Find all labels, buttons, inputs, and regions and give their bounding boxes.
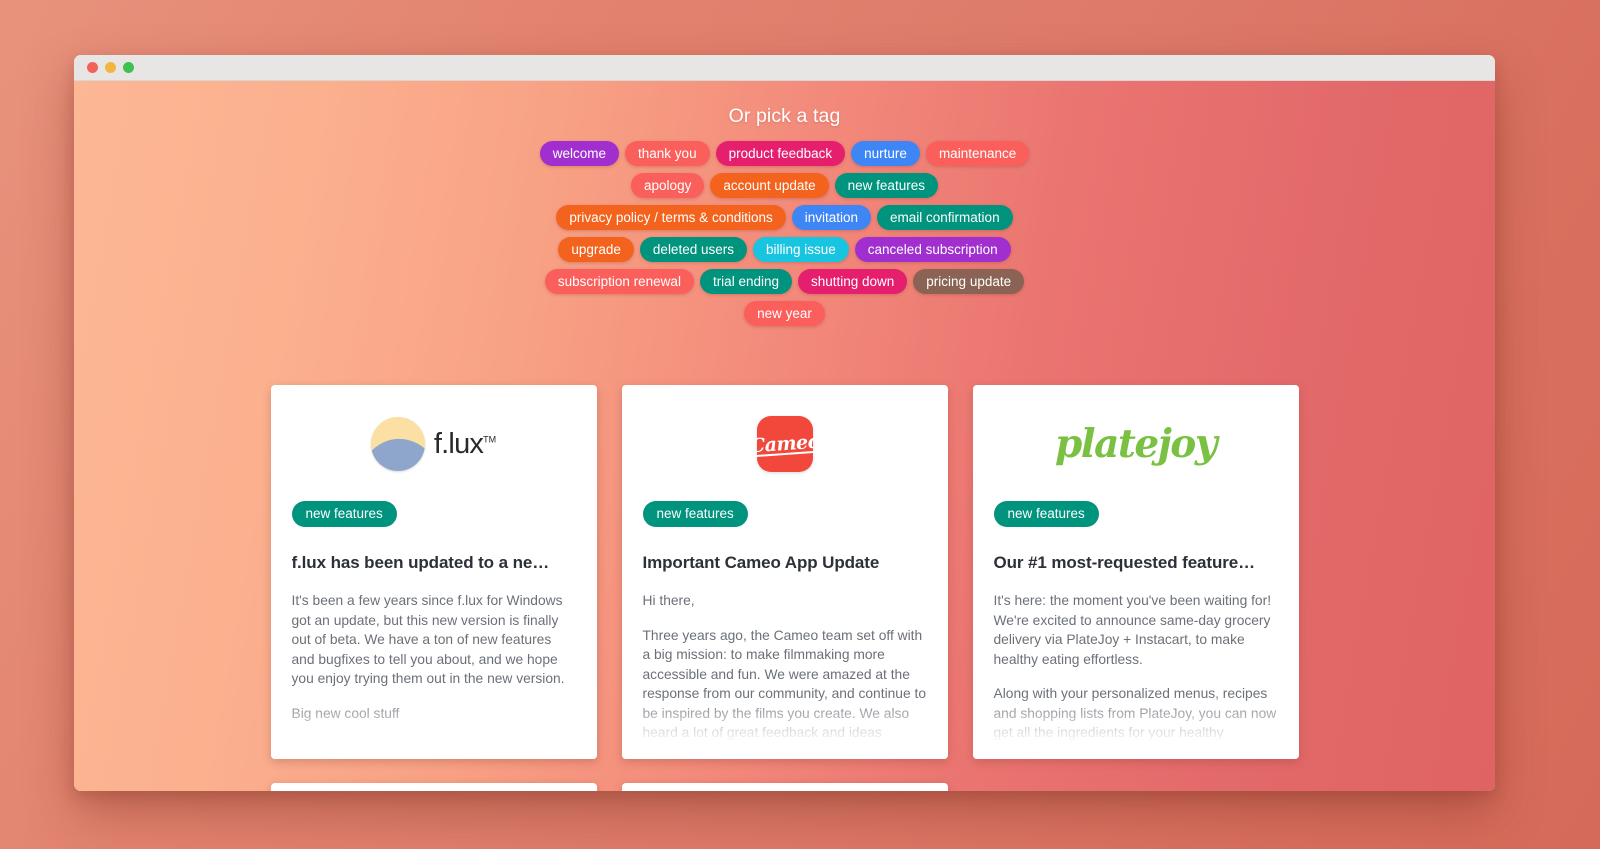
tag-picker-section: Or pick a tag welcome thank you product fe… <box>74 81 1495 326</box>
trademark-symbol: TM <box>483 433 497 444</box>
template-card[interactable]: Cameo new features Important Cameo App Upd… <box>621 385 948 759</box>
tag-maintenance[interactable]: maintenance <box>925 141 1030 166</box>
tag-row: new year <box>744 301 825 326</box>
tag-upgrade[interactable]: upgrade <box>558 237 634 262</box>
tag-apology[interactable]: apology <box>631 173 705 198</box>
card-title: f.lux has been updated to a ne… <box>291 553 550 572</box>
card-paragraph: Three years ago, the Cameo team set off … <box>642 627 927 741</box>
hill-icon <box>370 433 425 471</box>
tag-invitation[interactable]: invitation <box>791 205 872 230</box>
card-tag-badge[interactable]: new features <box>642 501 748 527</box>
minimize-window-button[interactable] <box>105 62 116 73</box>
platejoy-wordmark: platejoy <box>1055 421 1217 467</box>
flux-logo: f.luxTM <box>292 407 576 481</box>
tag-deleted-users[interactable]: deleted users <box>639 237 747 262</box>
cameo-app-icon: Cameo <box>749 416 820 472</box>
template-card-grid: f.luxTM new features f.lux has been update… <box>74 385 1495 791</box>
card-column: Cameo new features Important Cameo App Upd… <box>621 385 948 791</box>
tag-nurture[interactable]: nurture <box>851 141 920 166</box>
cameo-wordmark: Cameo <box>748 430 821 458</box>
tag-thank-you[interactable]: thank you <box>625 141 710 166</box>
flux-circle-icon <box>370 417 425 471</box>
close-window-button[interactable] <box>87 62 98 73</box>
tag-new-features[interactable]: new features <box>834 173 938 198</box>
card-body: It's been a few years since f.lux for Wi… <box>292 591 576 723</box>
flux-logo-group: f.luxTM <box>370 417 497 471</box>
tag-subscription-renewal[interactable]: subscription renewal <box>544 269 694 294</box>
card-column: f.luxTM new features f.lux has been update… <box>270 385 597 791</box>
tag-account-update[interactable]: account update <box>710 173 829 198</box>
tag-row: upgrade deleted users billing issue cancele… <box>558 237 1011 262</box>
tag-row: privacy policy / terms & conditions invit… <box>556 205 1013 230</box>
tag-list: welcome thank you product feedback nurture m… <box>74 141 1495 326</box>
card-paragraph: Along with your personalized menus, reci… <box>993 686 1277 741</box>
tag-product-feedback[interactable]: product feedback <box>715 141 846 166</box>
tag-new-year[interactable]: new year <box>744 301 825 326</box>
card-paragraph: Big new cool stuff <box>291 705 400 721</box>
cameo-logo: Cameo <box>643 407 927 481</box>
template-card-next-row[interactable] <box>270 783 597 791</box>
browser-window: Or pick a tag welcome thank you product fe… <box>74 55 1495 791</box>
template-card[interactable]: platejoy new features Our #1 most-requeste… <box>972 385 1299 759</box>
tag-canceled-subscription[interactable]: canceled subscription <box>854 237 1011 262</box>
template-card[interactable]: f.luxTM new features f.lux has been update… <box>270 385 597 759</box>
card-tag-badge[interactable]: new features <box>993 501 1099 527</box>
tag-privacy-policy-terms-conditions[interactable]: privacy policy / terms & conditions <box>556 205 786 230</box>
tag-welcome[interactable]: welcome <box>539 141 620 166</box>
card-paragraph: It's here: the moment you've been waitin… <box>993 593 1272 667</box>
tag-trial-ending[interactable]: trial ending <box>699 269 792 294</box>
tag-row: subscription renewal trial ending shutting… <box>544 269 1025 294</box>
card-title: Important Cameo App Update <box>642 553 880 572</box>
card-paragraph: Hi there, <box>642 593 695 608</box>
card-paragraph: It's been a few years since f.lux for Wi… <box>291 593 565 687</box>
tag-email-confirmation[interactable]: email confirmation <box>877 205 1013 230</box>
maximize-window-button[interactable] <box>123 62 134 73</box>
card-tag-badge[interactable]: new features <box>291 501 397 527</box>
tag-shutting-down[interactable]: shutting down <box>797 269 908 294</box>
platejoy-logo: platejoy <box>994 407 1278 481</box>
window-titlebar <box>74 55 1495 81</box>
tag-row: apology account update new features <box>631 173 938 198</box>
tag-billing-issue[interactable]: billing issue <box>752 237 849 262</box>
tag-pricing-update[interactable]: pricing update <box>913 269 1025 294</box>
card-body: Hi there, Three years ago, the Cameo team… <box>643 591 927 743</box>
card-column: platejoy new features Our #1 most-requeste… <box>972 385 1299 791</box>
card-body: It's here: the moment you've been waitin… <box>994 591 1278 743</box>
app-viewport: Or pick a tag welcome thank you product fe… <box>74 81 1495 791</box>
template-card-next-row[interactable] <box>621 783 948 791</box>
tag-picker-heading: Or pick a tag <box>728 105 841 127</box>
flux-wordmark: f.luxTM <box>433 427 497 460</box>
card-title: Our #1 most-requested feature… <box>993 553 1256 572</box>
tag-row: welcome thank you product feedback nurture m… <box>539 141 1030 166</box>
